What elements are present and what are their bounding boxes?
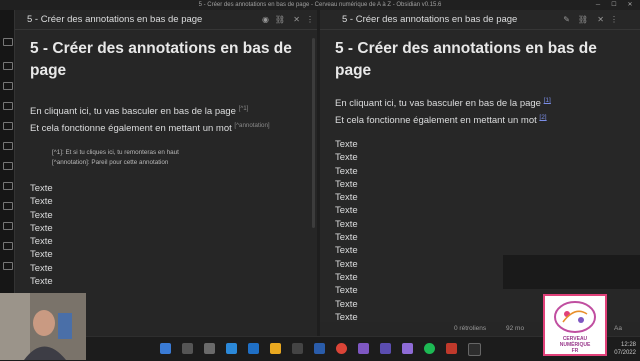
template-icon[interactable] xyxy=(3,162,13,170)
brain-logo-icon xyxy=(554,301,596,333)
list-item: Texte xyxy=(335,205,358,217)
tab-title[interactable]: 5 - Créer des annotations en bas de page xyxy=(342,10,517,29)
line-text: En cliquant ici, tu vas basculer en bas … xyxy=(335,98,541,109)
settings-icon[interactable] xyxy=(3,262,13,270)
search-icon[interactable] xyxy=(182,343,193,354)
editor-pane-source: 5 - Créer des annotations en bas de page… xyxy=(15,10,317,336)
word-count: 92 mo xyxy=(506,325,525,332)
chrome-icon[interactable] xyxy=(336,343,347,354)
texte-list: Texte Texte Texte Texte Texte Texte Text… xyxy=(30,182,305,288)
reading-mode-icon[interactable]: ◉ xyxy=(262,15,269,24)
edit-mode-icon[interactable]: ✎ xyxy=(563,15,570,24)
publish-icon[interactable] xyxy=(3,202,13,210)
logo-text: FR xyxy=(571,348,579,354)
app-icon[interactable] xyxy=(446,343,457,354)
list-item: Texte xyxy=(30,236,53,248)
word-icon[interactable] xyxy=(314,343,325,354)
list-item: Texte xyxy=(335,139,358,150)
more-options-icon[interactable]: ⋮ xyxy=(306,15,314,24)
list-item: Texte xyxy=(30,196,53,208)
list-item: Texte xyxy=(335,178,358,190)
line-text: En cliquant ici, tu vas basculer en bas … xyxy=(30,106,236,117)
note-line: Et cela fonctionne également en mettant … xyxy=(335,111,628,128)
footnote-definition: [^annotation]: Pareil pour cette annotat… xyxy=(52,159,169,166)
tab-title[interactable]: 5 - Créer des annotations en bas de page xyxy=(27,10,202,29)
open-quick-switcher-icon[interactable] xyxy=(3,62,13,70)
footnote-marker: [^1] xyxy=(238,105,249,112)
edge-icon[interactable] xyxy=(226,343,237,354)
list-item: Texte xyxy=(335,192,358,204)
ribbon-collapse-icon[interactable] xyxy=(3,38,13,46)
daily-note-icon[interactable] xyxy=(3,142,13,150)
task-view-icon[interactable] xyxy=(204,343,215,354)
canvas-icon[interactable] xyxy=(3,122,13,130)
app-icon[interactable] xyxy=(380,343,391,354)
footnote-marker: [^annotation] xyxy=(234,122,270,129)
close-tab-icon[interactable]: ✕ xyxy=(597,15,604,24)
obsidian-active-icon[interactable] xyxy=(402,343,413,354)
tab-header: 5 - Créer des annotations en bas de page… xyxy=(320,10,640,30)
scrollbar[interactable] xyxy=(312,38,315,228)
list-item: Texte xyxy=(335,165,358,177)
clock-time: 12:28 xyxy=(620,342,636,348)
list-item: Texte xyxy=(30,249,53,261)
list-item: Texte xyxy=(30,222,53,234)
start-icon[interactable] xyxy=(160,343,171,354)
footnote-link[interactable]: [1] xyxy=(544,97,551,104)
link-icon[interactable]: ⛓ xyxy=(578,15,588,24)
mail-icon[interactable] xyxy=(248,343,259,354)
close-window-button[interactable]: ✕ xyxy=(624,0,636,10)
window-titlebar: 5 - Créer des annotations en bas de page… xyxy=(0,0,640,10)
link-icon[interactable]: ⛓ xyxy=(275,15,285,24)
left-ribbon xyxy=(0,10,15,336)
graph-view-icon[interactable] xyxy=(3,102,13,110)
audio-recorder-icon[interactable] xyxy=(3,222,13,230)
list-item: Texte xyxy=(30,276,53,288)
line-text: Et cela fonctionne également en mettant … xyxy=(30,123,232,134)
note-heading: 5 - Créer des annotations en bas de page xyxy=(335,40,597,79)
editor-content[interactable]: 5 - Créer des annotations en bas de page… xyxy=(30,38,305,288)
close-tab-icon[interactable]: ✕ xyxy=(293,15,300,24)
tab-header: 5 - Créer des annotations en bas de page… xyxy=(15,10,317,30)
list-item: Texte xyxy=(30,262,53,274)
obsidian-icon[interactable] xyxy=(358,343,369,354)
list-item: Texte xyxy=(335,232,358,244)
note-line: En cliquant ici, tu vas basculer en bas … xyxy=(30,102,305,119)
system-clock[interactable]: 12:28 07/2022 xyxy=(614,341,636,357)
store-icon[interactable] xyxy=(292,343,303,354)
note-line: Et cela fonctionne également en mettant … xyxy=(30,119,305,136)
note-heading: 5 - Créer des annotations en bas de page xyxy=(30,40,292,79)
minimize-button[interactable]: ─ xyxy=(592,0,604,10)
more-options-icon[interactable]: ⋮ xyxy=(610,15,618,24)
list-item: Texte xyxy=(335,218,358,230)
chrome-profile-icon[interactable] xyxy=(424,343,435,354)
presenter-photo xyxy=(0,293,86,360)
footnote-definition: [^1]: Et si tu cliques ici, tu remontera… xyxy=(52,149,179,156)
file-explorer-icon[interactable] xyxy=(270,343,281,354)
backlinks-count[interactable]: 0 rétroliens xyxy=(454,322,486,336)
slides-icon[interactable] xyxy=(3,242,13,250)
note-line: En cliquant ici, tu vas basculer en bas … xyxy=(335,94,628,111)
list-item: Texte xyxy=(335,152,358,164)
footnote-link[interactable]: [2] xyxy=(539,114,546,121)
cerveau-numerique-logo: CERVEAU NUMÉRIQUE FR xyxy=(543,294,607,356)
webcam-overlay xyxy=(0,293,86,360)
font-indicator: Aa xyxy=(614,325,622,332)
clock-date: 07/2022 xyxy=(614,350,636,356)
window-title: 5 - Créer des annotations en bas de page… xyxy=(198,2,442,8)
list-item: Texte xyxy=(30,209,53,221)
yammer-icon[interactable] xyxy=(468,343,481,356)
list-item: Texte xyxy=(30,183,53,194)
maximize-button[interactable]: ☐ xyxy=(608,0,620,10)
calendar-icon[interactable] xyxy=(3,82,13,90)
overlay-panel xyxy=(503,255,640,289)
line-text: Et cela fonctionne également en mettant … xyxy=(335,115,537,126)
command-palette-icon[interactable] xyxy=(3,182,13,190)
